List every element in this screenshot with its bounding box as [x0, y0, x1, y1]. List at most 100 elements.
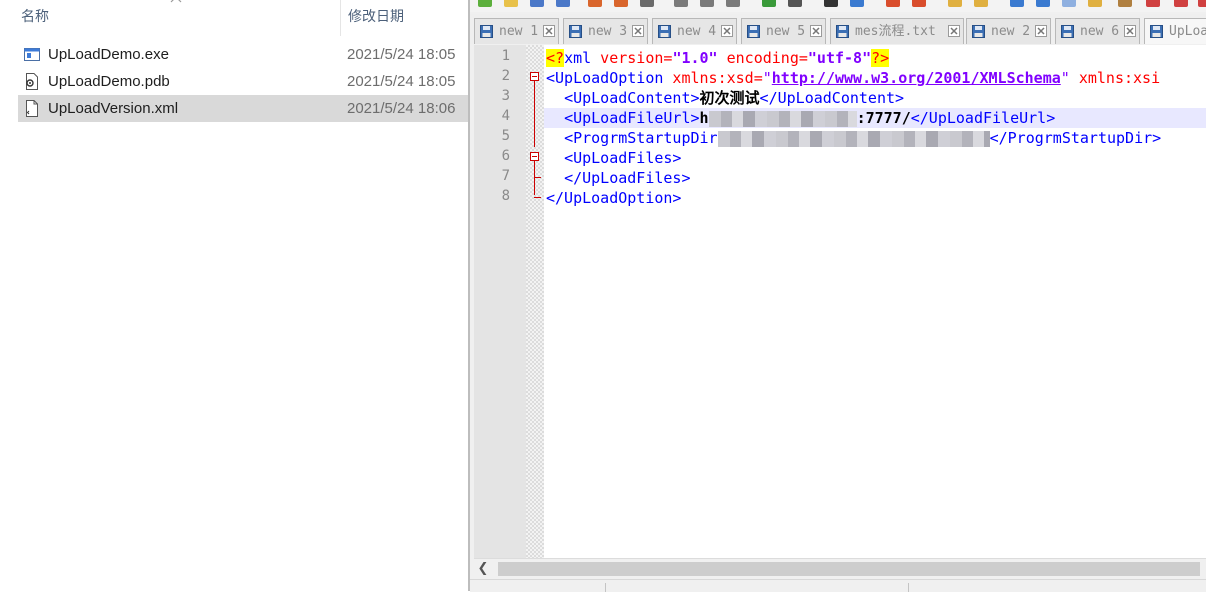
sync-vertical-icon[interactable] — [948, 0, 962, 7]
scrollbar-thumb[interactable] — [498, 562, 1200, 576]
tab-new-5[interactable]: new 5 — [741, 18, 826, 44]
fold-end-marker — [534, 197, 541, 198]
attr-xmlns-xsi: xmlns:xsi — [1069, 69, 1161, 87]
scroll-left-arrow-icon[interactable]: ❮ — [474, 559, 492, 579]
close-tab-icon[interactable] — [543, 25, 555, 37]
value-version: "1.0" — [672, 49, 718, 67]
tag-upload-files-close: </UpLoadFiles> — [564, 169, 691, 187]
fold-guide-line — [534, 161, 535, 195]
code-line-7[interactable]: </UpLoadFiles> — [544, 168, 1206, 188]
exe-file-icon — [24, 48, 40, 61]
close-tab-icon[interactable] — [1035, 25, 1047, 37]
close-tab-icon[interactable] — [948, 25, 960, 37]
column-header-date[interactable]: 修改日期 — [340, 0, 470, 36]
stop-macro-icon[interactable] — [1198, 0, 1206, 7]
sync-horizontal-icon[interactable] — [974, 0, 988, 7]
doc-map-icon[interactable] — [1118, 0, 1132, 7]
replace-icon[interactable] — [850, 0, 864, 7]
save-icon — [569, 25, 582, 38]
line-number: 3 — [501, 88, 510, 104]
close-tab-icon[interactable] — [810, 25, 822, 37]
tag-upload-file-url-close: </UpLoadFileUrl> — [910, 109, 1056, 127]
zoom-out-icon[interactable] — [912, 0, 926, 7]
fold-guide-line — [534, 81, 535, 147]
tab-new-3[interactable]: new 3 — [563, 18, 648, 44]
line-number: 4 — [501, 108, 510, 124]
code-editor[interactable]: 1 2 3 4 5 6 7 8 <?xml version="1.0" enco… — [474, 45, 1206, 558]
file-row[interactable]: UpLoadDemo.pdb 2021/5/24 18:05 — [18, 68, 470, 95]
tag-upload-option-close: </UpLoadOption> — [546, 189, 682, 207]
close-tab-icon[interactable] — [721, 25, 733, 37]
function-list-icon[interactable] — [1146, 0, 1160, 7]
url-text-start: h — [699, 109, 709, 127]
xml-pi-close: ?> — [871, 49, 890, 67]
line-number: 8 — [501, 188, 510, 204]
save-icon — [1150, 25, 1163, 38]
horizontal-scrollbar[interactable]: ❮ — [474, 558, 1206, 579]
save-icon[interactable] — [530, 0, 544, 7]
redo-icon[interactable] — [788, 0, 802, 7]
fold-collapse-icon[interactable] — [530, 72, 539, 81]
tab-new-4[interactable]: new 4 — [652, 18, 737, 44]
xml-pi-open: <? — [546, 49, 565, 67]
tab-new-1[interactable]: new 1 — [474, 18, 559, 44]
tab-upload-version-xml[interactable]: UpLoa — [1144, 18, 1206, 44]
file-name: UpLoadDemo.exe — [48, 46, 169, 63]
tab-bar: new 1 new 3 new 4 new 5 mes流程.txt new 2 — [470, 14, 1206, 44]
tab-label: mes流程.txt — [855, 24, 936, 39]
xsd-url-link[interactable]: http://www.w3.org/2001/XMLSchema — [772, 69, 1061, 87]
code-line-6[interactable]: <UpLoadFiles> — [544, 148, 1206, 168]
open-file-icon[interactable] — [504, 0, 518, 7]
code-line-8[interactable]: </UpLoadOption> — [544, 188, 1206, 208]
undo-icon[interactable] — [762, 0, 776, 7]
close-all-icon[interactable] — [614, 0, 628, 7]
file-date: 2021/5/24 18:06 — [347, 100, 456, 117]
tab-new-6[interactable]: new 6 — [1055, 18, 1140, 44]
fold-margin — [526, 45, 544, 558]
record-macro-icon[interactable] — [1174, 0, 1188, 7]
close-tab-icon[interactable] — [1124, 25, 1136, 37]
close-tab-icon[interactable] — [632, 25, 644, 37]
attr-version: version= — [591, 49, 673, 67]
xml-keyword: xml — [564, 49, 592, 67]
tab-mes-flow-txt[interactable]: mes流程.txt — [830, 18, 964, 44]
save-all-icon[interactable] — [556, 0, 570, 7]
url-text-end: :7777/ — [856, 109, 911, 127]
code-line-4-current[interactable]: <UpLoadFileUrl>h :7777/</UpLoadFileUrl> — [544, 108, 1206, 128]
save-icon — [1061, 25, 1074, 38]
tab-new-2[interactable]: new 2 — [966, 18, 1051, 44]
new-file-icon[interactable] — [478, 0, 492, 7]
tag-startup-dir-open: <ProgrmStartupDir — [564, 129, 718, 147]
language-icon[interactable] — [1088, 0, 1102, 7]
redacted-pixelation — [708, 110, 857, 127]
indent-guide-icon[interactable] — [1062, 0, 1076, 7]
save-icon — [480, 25, 493, 38]
attr-encoding: encoding= — [717, 49, 808, 67]
print-icon[interactable] — [640, 0, 654, 7]
line-number: 1 — [501, 48, 510, 64]
notepad-plus-plus-window: new 1 new 3 new 4 new 5 mes流程.txt new 2 — [468, 0, 1206, 592]
tag-upload-file-url-open: <UpLoadFileUrl> — [564, 109, 700, 127]
column-header-name[interactable]: 名称 — [0, 0, 340, 36]
copy-icon[interactable] — [700, 0, 714, 7]
save-icon — [658, 25, 671, 38]
show-all-chars-icon[interactable] — [1036, 0, 1050, 7]
cut-icon[interactable] — [674, 0, 688, 7]
fold-end-marker — [534, 177, 541, 178]
code-line-1[interactable]: <?xml version="1.0" encoding="utf-8"?> — [544, 48, 1206, 68]
fold-collapse-icon[interactable] — [530, 152, 539, 161]
close-icon[interactable] — [588, 0, 602, 7]
zoom-in-icon[interactable] — [886, 0, 900, 7]
paste-icon[interactable] — [726, 0, 740, 7]
code-line-5[interactable]: <ProgrmStartupDir </ProgrmStartupDir> — [544, 128, 1206, 148]
save-icon — [836, 25, 849, 38]
code-line-3[interactable]: <UpLoadContent>初次测试</UpLoadContent> — [544, 88, 1206, 108]
word-wrap-icon[interactable] — [1010, 0, 1024, 7]
tab-label: new 2 — [991, 24, 1031, 39]
find-icon[interactable] — [824, 0, 838, 7]
line-number: 2 — [501, 68, 510, 84]
file-row-selected[interactable]: UpLoadVersion.xml 2021/5/24 18:06 — [18, 95, 470, 122]
file-row[interactable]: UpLoadDemo.exe 2021/5/24 18:05 — [18, 41, 470, 68]
status-bar — [470, 579, 1206, 592]
code-line-2[interactable]: <UpLoadOption xmlns:xsd="http://www.w3.o… — [544, 68, 1206, 88]
